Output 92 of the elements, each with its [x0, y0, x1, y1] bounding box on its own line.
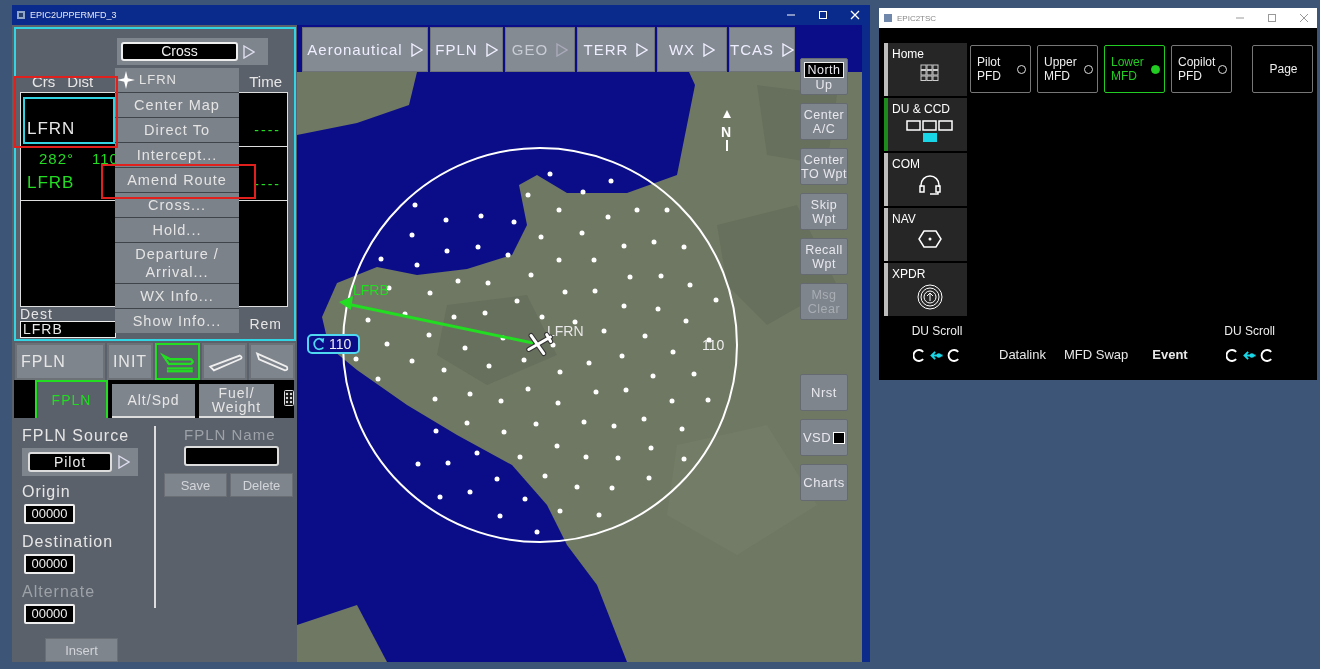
- triangle-icon: [556, 42, 569, 57]
- sidebar-item[interactable]: COM: [884, 153, 967, 206]
- map-side-button[interactable]: Recall Wpt: [800, 238, 848, 275]
- field-label: Destination: [22, 532, 114, 552]
- rem-label: Rem: [249, 316, 282, 332]
- map-side-button[interactable]: Skip Wpt: [800, 193, 848, 230]
- target-icon: [916, 284, 943, 310]
- north-label: N: [721, 124, 732, 140]
- footer-button[interactable]: Datalink: [999, 345, 1046, 363]
- map-menu-button[interactable]: TERR: [577, 27, 655, 72]
- map-side-button[interactable]: Charts: [800, 464, 848, 501]
- field-label: Alternate: [22, 582, 96, 602]
- menu-item[interactable]: Direct To: [115, 118, 239, 142]
- scroll-arrows-icon[interactable]: [1225, 348, 1274, 363]
- menu-item[interactable]: Departure / Arrival...: [115, 243, 239, 283]
- display-button[interactable]: Pilot PFD: [970, 45, 1031, 93]
- displays-icon: [904, 119, 955, 143]
- display-button[interactable]: Lower MFD: [1104, 45, 1165, 93]
- display-button[interactable]: Upper MFD: [1037, 45, 1098, 93]
- waypoint-label: LFRN: [547, 323, 584, 339]
- scroll-arrows-icon[interactable]: [913, 348, 961, 363]
- circular-arrow-icon: [312, 337, 326, 351]
- sidebar-item[interactable]: DU & CCD: [884, 98, 967, 151]
- cross-selector[interactable]: Cross: [117, 38, 268, 65]
- footer-button[interactable]: Event: [1152, 345, 1188, 363]
- sub-tab[interactable]: Fuel/ Weight: [199, 384, 274, 418]
- waypoint-cell[interactable]: LFRN: [23, 97, 115, 144]
- window-title: EPIC2UPPERMFD_3: [30, 10, 117, 20]
- menu-item[interactable]: Amend Route: [115, 168, 239, 192]
- display-button[interactable]: Page: [1252, 45, 1313, 93]
- sub-tab[interactable]: FPLN: [35, 380, 108, 418]
- headset-icon: [917, 174, 942, 196]
- map-side-button[interactable]: Center A/C: [800, 103, 848, 140]
- display-button[interactable]: Copilot PFD: [1171, 45, 1232, 93]
- menu-item[interactable]: Center Map: [115, 93, 239, 117]
- range-selector[interactable]: 110: [307, 334, 360, 354]
- range-label: 110: [702, 337, 725, 353]
- dest-field[interactable]: LFRB: [20, 321, 116, 338]
- menu-header: LFRN: [115, 68, 239, 92]
- map-menu-button[interactable]: Aeronautical: [302, 27, 428, 72]
- app-icon: [883, 13, 893, 23]
- triangle-icon: [782, 42, 794, 57]
- menu-item[interactable]: Show Info...: [115, 309, 239, 333]
- window-title: EPIC2TSC: [897, 13, 937, 23]
- sidebar-item[interactable]: Home: [884, 43, 967, 96]
- radio-indicator: [1151, 64, 1160, 74]
- app-icon: [16, 10, 26, 20]
- hexagon-icon: [917, 229, 942, 249]
- icon-tab[interactable]: [249, 343, 295, 380]
- menu-item[interactable]: WX Info...: [115, 284, 239, 308]
- menu-item[interactable]: Cross...: [115, 193, 239, 217]
- airport-field[interactable]: 00000: [24, 504, 75, 524]
- sub-tab[interactable]: Alt/Spd: [112, 384, 195, 418]
- column-header: Time: [249, 72, 282, 90]
- scroll-label: DU Scroll: [911, 324, 963, 338]
- menu-item[interactable]: Intercept...: [115, 143, 239, 167]
- dots-icon[interactable]: [284, 390, 294, 406]
- source-selector[interactable]: Pilot: [22, 448, 138, 476]
- dest-label: Dest: [20, 307, 54, 321]
- field-label: Origin: [22, 482, 71, 502]
- triangle-icon: [410, 42, 423, 57]
- time-value: ----: [254, 122, 281, 138]
- map-menu-button[interactable]: TCAS: [729, 27, 795, 72]
- triangle-icon: [485, 42, 498, 57]
- map-menu-button[interactable]: FPLN: [430, 27, 503, 72]
- page-tab[interactable]: FPLN: [15, 343, 105, 380]
- triangle-icon: [703, 42, 716, 57]
- map-side-button[interactable]: Nrst: [800, 374, 848, 411]
- grid-icon: [919, 64, 940, 82]
- menu-item[interactable]: Hold...: [115, 218, 239, 242]
- page-tab[interactable]: INIT: [107, 343, 153, 380]
- map-side-button[interactable]: North Up: [800, 58, 848, 95]
- waypoint-label: LFRB: [353, 282, 389, 298]
- star-icon: [117, 71, 135, 89]
- map-side-button[interactable]: VSD: [800, 419, 848, 456]
- sidebar-item[interactable]: NAV: [884, 208, 967, 261]
- name-label: FPLN Name: [184, 426, 276, 443]
- triangle-icon: [636, 42, 649, 57]
- scroll-label: DU Scroll: [1224, 324, 1275, 338]
- sidebar-item[interactable]: XPDR: [884, 263, 967, 316]
- footer-button[interactable]: MFD Swap: [1063, 345, 1129, 363]
- north-arrow-icon: [723, 110, 731, 152]
- name-field[interactable]: [184, 446, 279, 466]
- airport-field[interactable]: 00000: [24, 554, 75, 574]
- map-menu-button[interactable]: WX: [657, 27, 727, 72]
- triangle-icon: [118, 455, 130, 469]
- icon-tab[interactable]: [202, 343, 247, 380]
- source-label: FPLN Source: [22, 426, 130, 446]
- map-side-button[interactable]: Center TO Wpt: [800, 148, 848, 185]
- icon-tab[interactable]: [155, 343, 200, 380]
- airplane-icon: [253, 349, 291, 374]
- triangle-icon: [243, 44, 255, 59]
